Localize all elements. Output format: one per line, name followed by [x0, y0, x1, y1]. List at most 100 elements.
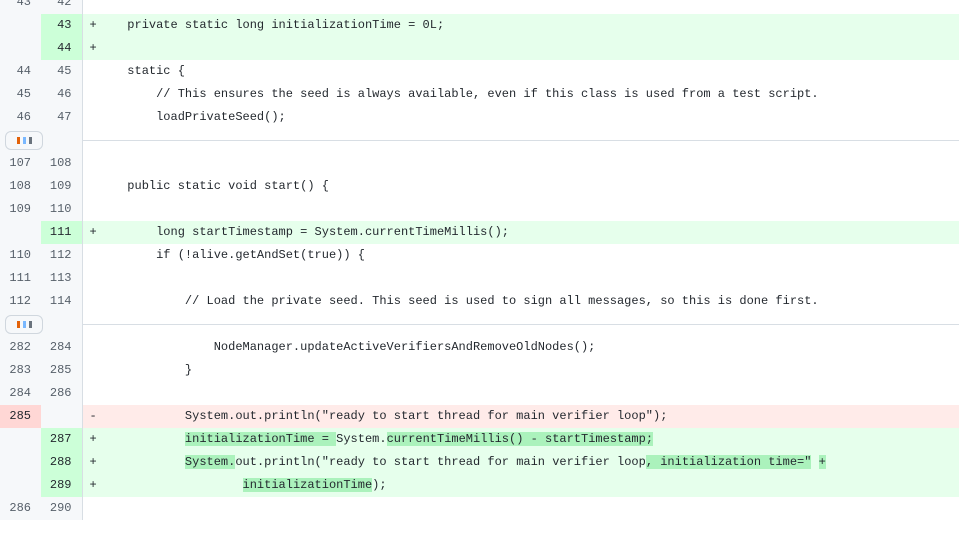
line-number-new[interactable]: 285 [41, 359, 83, 382]
line-number-old[interactable]: 285 [0, 405, 41, 428]
line-number-new[interactable]: 108 [41, 152, 83, 175]
line-number-old[interactable]: 108 [0, 175, 41, 198]
diff-row-context[interactable]: 45 46 // This ensures the seed is always … [0, 83, 959, 106]
code-text: static { [98, 64, 185, 78]
diff-row-add[interactable]: 111 + long startTimestamp = System.curren… [0, 221, 959, 244]
line-number-old[interactable]: 283 [0, 359, 41, 382]
diff-code-cell[interactable]: public static void start() { [82, 175, 959, 198]
line-number-old[interactable]: 44 [0, 60, 41, 83]
diff-row-context[interactable]: 283 285 } [0, 359, 959, 382]
word-diff-highlight: initializationTime = [184, 432, 337, 446]
ellipsis-dot-icon [16, 321, 20, 328]
expand-lines-button[interactable] [5, 131, 43, 150]
line-number-old[interactable]: 45 [0, 83, 41, 106]
line-number-new[interactable]: 46 [41, 83, 83, 106]
diff-code-cell[interactable]: if (!alive.getAndSet(true)) { [82, 244, 959, 267]
diff-code-cell[interactable]: + [82, 37, 959, 60]
diff-code-cell[interactable]: + private static long initializationTime… [82, 14, 959, 37]
line-number-old[interactable] [0, 451, 41, 474]
diff-row-context[interactable]: 282 284 NodeManager.updateActiveVerifiers… [0, 336, 959, 359]
hunk-expander-row[interactable] [0, 313, 959, 336]
line-number-old[interactable]: 46 [0, 106, 41, 129]
line-number-new[interactable]: 110 [41, 198, 83, 221]
diff-code-cell[interactable]: loadPrivateSeed(); [82, 106, 959, 129]
line-number-old[interactable]: 111 [0, 267, 41, 290]
line-number-old[interactable] [0, 474, 41, 497]
diff-code-cell[interactable]: + initializationTime = System.currentTim… [82, 428, 959, 451]
diff-code-cell[interactable]: - System.out.println("ready to start thr… [82, 405, 959, 428]
diff-code-cell[interactable]: + long startTimestamp = System.currentTi… [82, 221, 959, 244]
diff-row-context[interactable]: 284 286 [0, 382, 959, 405]
diff-viewer: 43 42 43 + private static long initializati… [0, 0, 959, 535]
line-number-new[interactable]: 47 [41, 106, 83, 129]
diff-code-cell[interactable]: NodeManager.updateActiveVerifiersAndRemo… [82, 336, 959, 359]
diff-body: 43 42 43 + private static long initializati… [0, 0, 959, 520]
code-text: System. [336, 432, 387, 446]
line-number-new[interactable]: 109 [41, 175, 83, 198]
diff-row-context[interactable]: 112 114 // Load the private seed. This se… [0, 290, 959, 313]
line-number-old[interactable]: 110 [0, 244, 41, 267]
diff-row-context[interactable]: 111 113 [0, 267, 959, 290]
diff-row-context[interactable]: 107 108 [0, 152, 959, 175]
hunk-expander-row[interactable] [0, 129, 959, 152]
ellipsis-dot-icon [22, 321, 26, 328]
diff-code-cell[interactable]: } [82, 359, 959, 382]
line-number-new[interactable]: 111 [41, 221, 83, 244]
code-text: } [98, 363, 193, 377]
code-text: loadPrivateSeed(); [98, 110, 286, 124]
diff-row-add[interactable]: 43 + private static long initializationTi… [0, 14, 959, 37]
diff-code-cell[interactable]: + initializationTime); [82, 474, 959, 497]
line-number-old[interactable]: 109 [0, 198, 41, 221]
line-number-new[interactable]: 42 [41, 0, 83, 14]
line-number-new[interactable]: 45 [41, 60, 83, 83]
line-number-old[interactable]: 112 [0, 290, 41, 313]
word-diff-highlight: currentTimeMillis() - startTimestamp; [386, 432, 654, 446]
diff-row-context[interactable]: 109 110 [0, 198, 959, 221]
diff-row-add[interactable]: 287 + initializationTime = System.current… [0, 428, 959, 451]
diff-code-cell[interactable] [82, 267, 959, 290]
line-number-old[interactable] [0, 37, 41, 60]
diff-row-context[interactable]: 44 45 static { [0, 60, 959, 83]
line-number-old[interactable] [0, 14, 41, 37]
line-number-new[interactable]: 113 [41, 267, 83, 290]
line-number-new[interactable]: 286 [41, 382, 83, 405]
line-number-new[interactable]: 288 [41, 451, 83, 474]
diff-code-cell[interactable] [82, 497, 959, 520]
diff-code-cell[interactable]: + System.out.println("ready to start thr… [82, 451, 959, 474]
diff-row-context[interactable]: 43 42 [0, 0, 959, 14]
line-number-new[interactable]: 114 [41, 290, 83, 313]
diff-code-cell[interactable] [82, 382, 959, 405]
line-number-new[interactable]: 287 [41, 428, 83, 451]
diff-row-context[interactable]: 108 109 public static void start() { [0, 175, 959, 198]
line-number-new[interactable]: 290 [41, 497, 83, 520]
line-number-old[interactable] [0, 428, 41, 451]
line-number-new[interactable]: 44 [41, 37, 83, 60]
diff-code-cell[interactable]: // This ensures the seed is always avail… [82, 83, 959, 106]
diff-row-add[interactable]: 289 + initializationTime); [0, 474, 959, 497]
line-number-old[interactable]: 284 [0, 382, 41, 405]
diff-row-add[interactable]: 288 + System.out.println("ready to start … [0, 451, 959, 474]
line-number-old[interactable] [0, 221, 41, 244]
diff-code-cell[interactable]: static { [82, 60, 959, 83]
line-number-new[interactable] [41, 405, 83, 428]
line-number-new[interactable]: 289 [41, 474, 83, 497]
diff-code-cell[interactable] [82, 198, 959, 221]
diff-code-cell[interactable] [82, 152, 959, 175]
diff-row-context[interactable]: 46 47 loadPrivateSeed(); [0, 106, 959, 129]
line-number-new[interactable]: 43 [41, 14, 83, 37]
diff-row-context[interactable]: 286 290 [0, 497, 959, 520]
line-number-old[interactable]: 282 [0, 336, 41, 359]
expand-lines-button[interactable] [5, 315, 43, 334]
diff-row-context[interactable]: 110 112 if (!alive.getAndSet(true)) { [0, 244, 959, 267]
line-number-new[interactable]: 284 [41, 336, 83, 359]
diff-row-del[interactable]: 285 - System.out.println("ready to start … [0, 405, 959, 428]
line-number-new[interactable]: 112 [41, 244, 83, 267]
line-number-old[interactable]: 43 [0, 0, 41, 14]
code-text: NodeManager.updateActiveVerifiersAndRemo… [98, 340, 596, 354]
line-number-old[interactable]: 286 [0, 497, 41, 520]
diff-code-cell[interactable] [82, 0, 959, 14]
line-number-old[interactable]: 107 [0, 152, 41, 175]
diff-row-add[interactable]: 44 + [0, 37, 959, 60]
diff-code-cell[interactable]: // Load the private seed. This seed is u… [82, 290, 959, 313]
